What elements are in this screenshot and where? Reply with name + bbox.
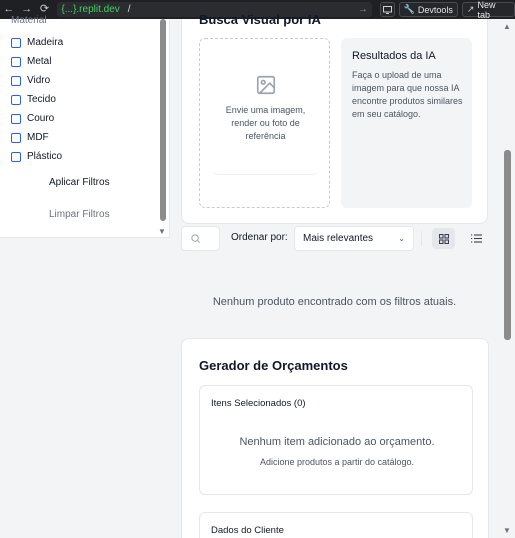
material-option-vidro[interactable]: Vidro [11,71,63,90]
chevron-down-icon: ⌄ [398,234,405,243]
client-data-heading: Dados do Cliente [211,525,284,536]
checkbox[interactable] [11,75,21,86]
grid-view-button[interactable] [432,228,455,249]
material-option-metal[interactable]: Metal [11,52,63,71]
checkbox[interactable] [11,37,21,48]
quote-title: Gerador de Orçamentos [199,358,348,373]
empty-products-message: Nenhum produto encontrado com os filtros… [212,296,457,308]
client-data-box: Dados do Cliente [199,512,473,538]
material-label: Madeira [27,37,64,48]
material-option-tecido[interactable]: Tecido [11,90,63,109]
material-label: MDF [27,132,49,143]
checkbox[interactable] [11,151,21,162]
material-label: Metal [27,56,52,67]
upload-button-area[interactable] [212,142,319,175]
external-link-icon: ↗ [466,4,475,14]
url-path: / [127,4,131,15]
go-icon[interactable]: → [358,4,368,15]
items-empty-message: Nenhum item adicionado ao orçamento. [239,436,435,448]
clear-filters-button[interactable]: Limpar Filtros [49,209,110,220]
new-tab-label: New tab [477,0,496,20]
search-icon [191,234,200,243]
apply-filters-button[interactable]: Aplicar Filtros [49,177,110,188]
selected-items-box: Itens Selecionados (0) Nenhum item adici… [199,385,473,495]
material-heading: Material [11,15,47,26]
material-option-madeira[interactable]: Madeira [11,33,63,52]
grid-icon [438,233,449,244]
material-label: Tecido [27,94,56,105]
scroll-down-icon[interactable]: ▼ [503,526,511,535]
material-option-couro[interactable]: Couro [11,109,63,128]
material-label: Couro [27,113,55,124]
sort-label: Ordenar por: [231,232,288,243]
list-view-button[interactable] [465,228,488,249]
material-label: Vidro [27,75,51,86]
scroll-down-icon[interactable]: ▼ [158,227,166,236]
list-icon [471,234,482,243]
ai-results-description: Faça o upload de uma imagem para que nos… [352,70,463,119]
ai-results-title: Resultados da IA [352,50,436,62]
selected-items-heading: Itens Selecionados (0) [211,398,306,409]
main-scrollbar[interactable] [504,150,511,340]
visual-search-card: Busca Visual por IA Envie uma imagem, re… [181,12,488,224]
checkbox[interactable] [11,132,21,143]
checkbox[interactable] [11,94,21,105]
checkbox[interactable] [11,113,21,124]
material-option-plastico[interactable]: Plástico [11,147,63,166]
wrench-icon: 🔧 [403,4,415,14]
visual-search-title: Busca Visual por IA [199,12,321,27]
filter-sidebar: Material Madeira Metal Vidro Tecido Cour… [0,15,170,238]
scroll-up-icon[interactable]: ▲ [503,22,511,31]
items-empty-hint: Adicione produtos a partir do catálogo. [259,457,415,467]
image-icon [256,75,276,95]
sort-select[interactable]: Mais relevantes ⌄ [294,226,414,251]
new-tab-button[interactable]: ↗ New tab [461,0,515,20]
sort-value: Mais relevantes [303,233,374,244]
checkbox[interactable] [11,56,21,67]
url-domain-badge: {...}.replit.dev [61,4,120,15]
search-input[interactable] [181,226,220,251]
devtools-label: Devtools [417,4,453,15]
image-upload-dropzone[interactable]: Envie uma imagem, render ou foto de refe… [199,38,330,208]
upload-instructions: Envie uma imagem, render ou foto de refe… [225,105,306,141]
screen-icon[interactable] [379,2,395,17]
toolbar-divider [421,231,422,246]
material-label: Plástico [27,151,63,162]
devtools-button[interactable]: 🔧 Devtools [398,2,458,17]
material-list: Madeira Metal Vidro Tecido Couro MDF Plá… [11,33,63,166]
sidebar-scrollbar[interactable] [160,19,166,221]
ai-results-panel: Resultados da IA Faça o upload de uma im… [341,38,472,208]
quote-generator-card: Gerador de Orçamentos Itens Selecionados… [181,338,489,538]
material-option-mdf[interactable]: MDF [11,128,63,147]
